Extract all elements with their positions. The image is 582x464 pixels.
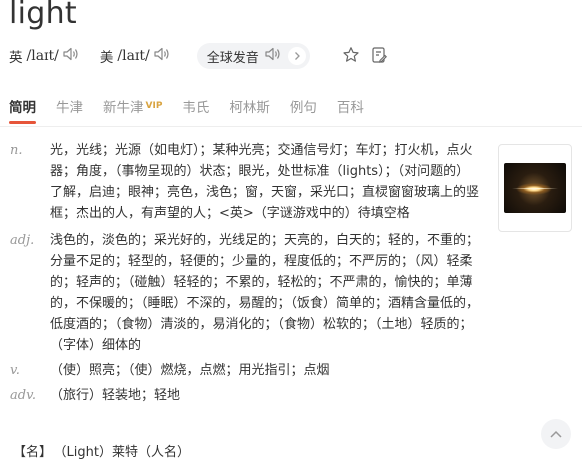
pronunciation-row: 英 /laɪt/ 美 /laɪt/ 全球发音: [9, 43, 310, 69]
pron-us: 美 /laɪt/: [100, 46, 171, 66]
tab-label: 新牛津: [103, 100, 144, 116]
part-of-speech: adv.: [10, 388, 37, 403]
speaker-icon[interactable]: [153, 46, 171, 66]
speaker-icon: [264, 46, 282, 66]
tab-label: 百科: [336, 100, 364, 116]
star-icon[interactable]: [342, 46, 360, 68]
tab-label: 柯林斯: [229, 100, 270, 116]
back-to-top-button[interactable]: [541, 419, 571, 449]
definition-text: 浅色的，淡色的；采光好的，光线足的；天亮的，白天的；轻的，不重的；分量不足的；轻…: [50, 233, 480, 353]
tab-new-oxford[interactable]: 新牛津 VIP: [103, 96, 162, 116]
tab-webster[interactable]: 韦氏: [182, 96, 209, 116]
chevron-right-icon: [287, 47, 306, 65]
definition-text: （旅行）轻装地；轻地: [50, 388, 181, 403]
light-flare-image: [504, 163, 566, 213]
definitions-list: n. 光，光线；光源（如电灯）；某种光亮；交通信号灯；车灯；打火机，点火器；角度…: [10, 140, 480, 410]
definition-adjective: adj. 浅色的，淡色的；采光好的，光线足的；天亮的，白天的；轻的，不重的；分量…: [10, 230, 480, 356]
part-of-speech: adj.: [10, 233, 35, 248]
tab-concise[interactable]: 简明: [9, 96, 36, 124]
definition-text: （使）照亮；（使）燃烧，点燃；用光指引；点烟: [50, 363, 330, 378]
definition-adverb: adv. （旅行）轻装地；轻地: [10, 385, 480, 406]
tab-label: 例句: [289, 100, 317, 116]
vip-badge: VIP: [145, 101, 163, 111]
dictionary-tabs: 简明 牛津 新牛津 VIP 韦氏 柯林斯 例句 百科: [9, 96, 384, 124]
global-pronunciation-label: 全球发音: [206, 50, 259, 66]
pron-us-label: 美: [99, 50, 114, 66]
definition-text: 光，光线；光源（如电灯）；某种光亮；交通信号灯；车灯；打火机，点火器；角度，（事…: [50, 143, 480, 221]
chevron-up-icon: [550, 430, 562, 438]
name-tag: 【名】: [13, 445, 53, 460]
tab-label: 韦氏: [182, 100, 210, 116]
pron-uk: 英 /laɪt/: [9, 46, 80, 66]
tab-label: 简明: [9, 100, 36, 116]
definition-noun: n. 光，光线；光源（如电灯）；某种光亮；交通信号灯；车灯；打火机，点火器；角度…: [10, 140, 480, 224]
part-of-speech: v.: [10, 363, 20, 378]
tab-encyclopedia[interactable]: 百科: [337, 96, 364, 116]
tab-collins[interactable]: 柯林斯: [229, 96, 270, 116]
word-image-thumbnail[interactable]: [498, 144, 572, 232]
tab-label: 牛津: [56, 100, 83, 116]
speaker-icon[interactable]: [62, 46, 80, 66]
name-text: （Light）莱特（人名）: [60, 445, 190, 460]
tab-divider: [0, 126, 582, 127]
note-icon[interactable]: [370, 46, 388, 68]
tab-examples[interactable]: 例句: [290, 96, 317, 116]
part-of-speech: n.: [10, 143, 23, 158]
pron-uk-ipa: /laɪt/: [26, 48, 59, 64]
global-pronunciation-button[interactable]: 全球发音: [196, 43, 310, 69]
definition-verb: v. （使）照亮；（使）燃烧，点燃；用光指引；点烟: [10, 360, 480, 381]
headword: light: [9, 0, 77, 31]
pron-uk-label: 英: [9, 50, 23, 66]
pron-us-ipa: /laɪt/: [117, 48, 150, 64]
tab-oxford[interactable]: 牛津: [56, 96, 83, 116]
name-definition: 【名】 （Light）莱特（人名）: [13, 441, 190, 460]
